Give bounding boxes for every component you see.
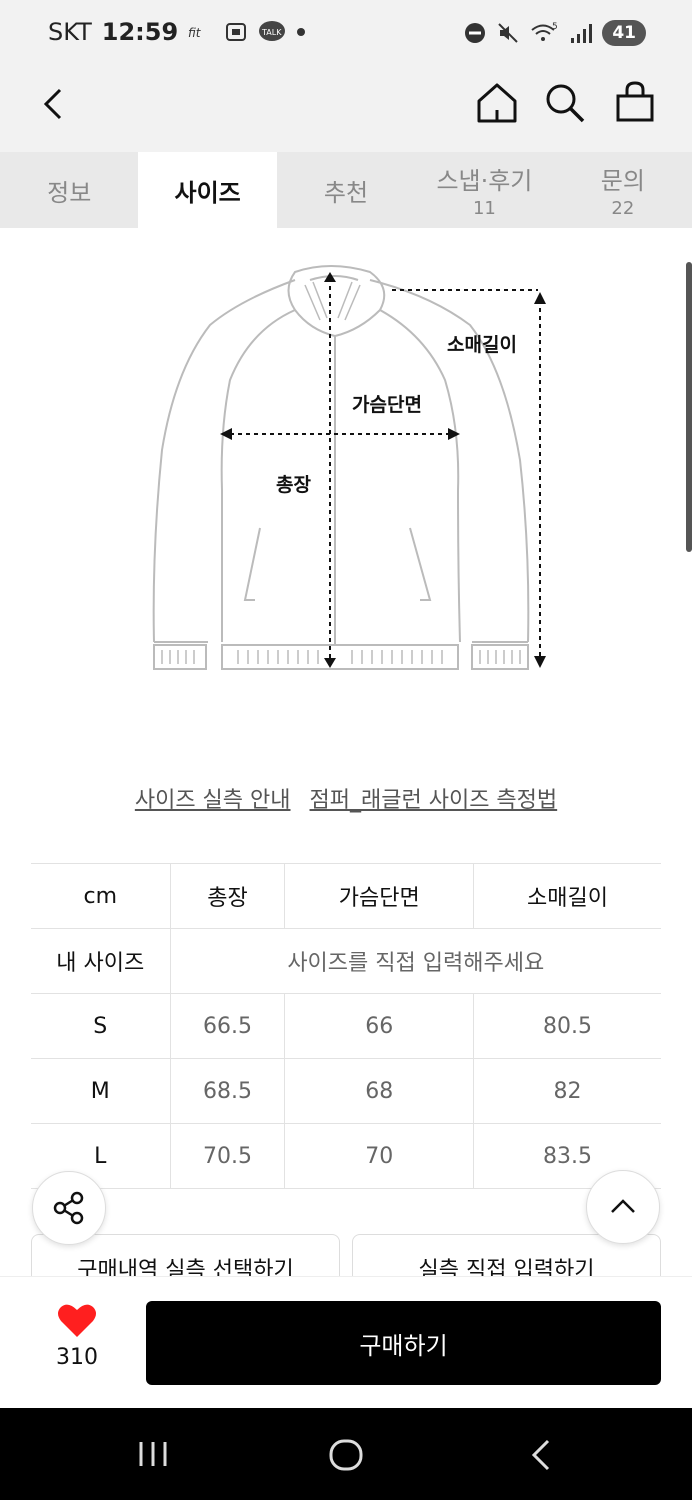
my-size-row[interactable]: 내 사이즈 사이즈를 직접 입력해주세요 [31,928,661,994]
tab-info[interactable]: 정보 [0,152,138,228]
like-button[interactable]: 310 [46,1303,108,1370]
table-row: M 68.5 68 82 [31,1058,661,1124]
product-tabs: 정보 사이즈 추천 스냅·후기 11 문의 22 [0,152,692,228]
back-button[interactable] [34,82,78,126]
tab-count: 11 [472,198,496,219]
tab-recommend[interactable]: 추천 [277,152,415,228]
share-button[interactable] [32,1171,106,1245]
svg-text:5: 5 [552,22,558,32]
app-bar [0,66,692,152]
home-icon [477,83,517,123]
carrier: SKT [48,18,92,46]
svg-text:fit: fit [188,26,202,40]
table-header-row: cm 총장 가슴단면 소매길이 [31,863,661,929]
buy-button[interactable]: 구매하기 [146,1301,661,1385]
size-guide-links: 사이즈 실측 안내 점퍼_래글런 사이즈 측정법 [0,782,692,814]
chest-width-label: 가슴단면 [352,394,422,416]
sleeve-value: 80.5 [473,993,661,1059]
column-header: 소매길이 [473,863,661,929]
my-size-prompt[interactable]: 사이즈를 직접 입력해주세요 [170,928,661,994]
dot-icon [296,27,306,37]
home-nav-button[interactable] [328,1438,364,1476]
system-nav-bar [0,1408,692,1500]
back-chevron-icon [531,1439,550,1471]
jacket-illustration [152,265,546,670]
tab-label: 추천 [323,178,369,207]
kakaotalk-icon: TALK [258,20,286,44]
chest-value: 68 [284,1058,475,1124]
chevron-left-icon [43,88,62,120]
size-table: cm 총장 가슴단면 소매길이 내 사이즈 사이즈를 직접 입력해주세요 S 6… [31,863,661,1189]
table-row: L 70.5 70 83.5 [31,1123,661,1189]
tab-label: 문의 [600,167,645,195]
status-bar: SKT 12:59 fit TALK 5 41 [0,0,692,66]
length-value: 68.5 [170,1058,286,1124]
my-size-label: 내 사이즈 [31,928,171,994]
like-count: 310 [56,1345,98,1370]
chest-value: 70 [284,1123,475,1189]
purchase-bar: 310 구매하기 [0,1276,692,1408]
size-guide-link[interactable]: 사이즈 실측 안내 [135,788,291,813]
length-value: 66.5 [170,993,286,1059]
tab-label: 정보 [47,178,92,207]
tab-size[interactable]: 사이즈 [138,152,277,228]
table-row: S 66.5 66 80.5 [31,993,661,1059]
mute-icon [496,21,520,45]
tab-label: 스냅·후기 [436,167,533,195]
cart-button[interactable] [612,78,658,124]
length-value: 70.5 [170,1123,286,1189]
clock: 12:59 [101,18,179,46]
chest-value: 66 [284,993,475,1059]
do-not-disturb-icon [464,22,486,44]
size-diagram: 소매길이 가슴단면 총장 [130,250,570,690]
sleeve-value: 82 [473,1058,661,1124]
wifi-icon: 5 [530,21,560,45]
size-name: M [31,1058,171,1124]
column-header: 가슴단면 [284,863,475,929]
column-header: 총장 [170,863,286,929]
total-length-label: 총장 [276,474,311,496]
size-name: S [31,993,171,1059]
share-icon [53,1191,84,1225]
tab-snap-review[interactable]: 스냅·후기 11 [415,152,553,228]
battery-indicator: 41 [602,20,646,46]
home-button[interactable] [474,80,520,126]
back-nav-button[interactable] [526,1438,554,1476]
app-notification-icon: fit [188,22,214,42]
tab-inquiry[interactable]: 문의 22 [554,152,692,228]
heart-icon [58,1304,96,1337]
recent-apps-icon [139,1442,167,1466]
recent-apps-button[interactable] [138,1438,168,1474]
tab-count: 22 [611,198,635,219]
measure-method-link[interactable]: 점퍼_래글런 사이즈 측정법 [310,788,558,813]
sleeve-length-label: 소매길이 [447,334,517,356]
svg-text:TALK: TALK [261,28,282,37]
search-button[interactable] [542,80,588,126]
column-header: cm [31,863,171,929]
search-icon [546,84,585,123]
tab-label: 사이즈 [174,178,241,207]
scroll-to-top-button[interactable] [586,1170,660,1244]
screenshot-icon [224,20,248,44]
chevron-up-icon [611,1199,635,1213]
shopping-bag-icon [616,81,654,122]
signal-icon [570,22,593,44]
scroll-indicator[interactable] [686,262,692,552]
home-circle-icon [329,1439,363,1471]
